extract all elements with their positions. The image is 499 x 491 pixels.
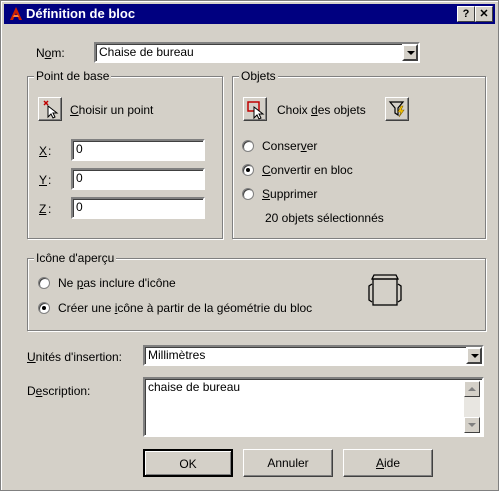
z-label: Z — [39, 202, 47, 216]
scroll-up-arrow-icon — [468, 387, 476, 391]
scroll-down-arrow-icon — [468, 423, 476, 427]
pick-point-label[interactable]: Choisir un point — [70, 103, 153, 117]
retain-label[interactable]: Conserver — [262, 139, 317, 153]
convert-to-block-radio[interactable] — [242, 164, 254, 176]
z-input[interactable]: 0 — [71, 197, 205, 219]
y-input[interactable]: 0 — [71, 168, 205, 190]
insert-units-combobox[interactable]: Millimètres — [143, 345, 484, 366]
no-icon-label[interactable]: Ne pas inclure d'icône — [58, 276, 176, 290]
quick-select-button[interactable] — [385, 97, 409, 121]
insert-units-value: Millimètres — [148, 348, 206, 362]
x-label: X — [39, 144, 48, 158]
retain-radio[interactable] — [242, 140, 254, 152]
close-button[interactable]: ✕ — [475, 6, 493, 22]
name-combobox[interactable]: Chaise de bureau — [94, 42, 420, 63]
select-objects-icon — [247, 101, 265, 120]
ok-button[interactable]: OK — [143, 449, 233, 477]
pick-point-button[interactable] — [38, 97, 62, 121]
description-textarea[interactable]: chaise de bureau — [143, 377, 484, 437]
no-icon-radio[interactable] — [38, 277, 50, 289]
scroll-up-button[interactable] — [464, 381, 480, 397]
selected-objects-count: 20 objets sélectionnés — [265, 211, 384, 225]
base-point-title: Point de base — [34, 69, 112, 83]
title-bar: Définition de bloc ? ✕ — [4, 4, 495, 24]
description-scrollbar[interactable] — [464, 381, 480, 433]
pick-point-icon — [43, 100, 59, 119]
delete-radio[interactable] — [242, 188, 254, 200]
cancel-button[interactable]: Annuler — [243, 449, 333, 477]
x-input[interactable]: 0 — [71, 139, 205, 161]
autocad-app-icon — [10, 7, 22, 20]
select-objects-label[interactable]: Choix des objets — [277, 103, 366, 117]
objects-title: Objets — [239, 69, 278, 83]
y-label: Y — [39, 173, 48, 187]
dialog-title: Définition de bloc — [26, 6, 136, 21]
description-label: Description: — [27, 384, 91, 398]
scroll-down-button[interactable] — [464, 417, 480, 433]
preview-icon-title: Icône d'aperçu — [34, 251, 117, 265]
delete-label[interactable]: Supprimer — [262, 187, 317, 201]
create-icon-radio[interactable] — [38, 302, 50, 314]
preview-icon-group: Icône d'aperçu — [27, 251, 486, 331]
chevron-down-icon[interactable] — [402, 44, 418, 61]
block-preview-chair-icon — [368, 274, 402, 306]
create-icon-label[interactable]: Créer une icône à partir de la géométrie… — [58, 301, 312, 315]
name-label: Nom: — [36, 46, 65, 60]
select-objects-button[interactable] — [243, 97, 267, 121]
chevron-down-icon[interactable] — [466, 347, 482, 364]
name-value: Chaise de bureau — [99, 45, 194, 59]
block-definition-dialog: Définition de bloc ? ✕ Nom: Chaise de bu… — [0, 0, 499, 491]
help-question-button[interactable]: ? — [457, 6, 475, 22]
description-value: chaise de bureau — [148, 380, 241, 394]
help-button[interactable]: Aide — [343, 449, 433, 477]
convert-to-block-label[interactable]: Convertir en bloc — [262, 163, 353, 177]
funnel-filter-icon — [388, 101, 405, 118]
insert-units-label: Unités d'insertion: — [27, 350, 123, 364]
